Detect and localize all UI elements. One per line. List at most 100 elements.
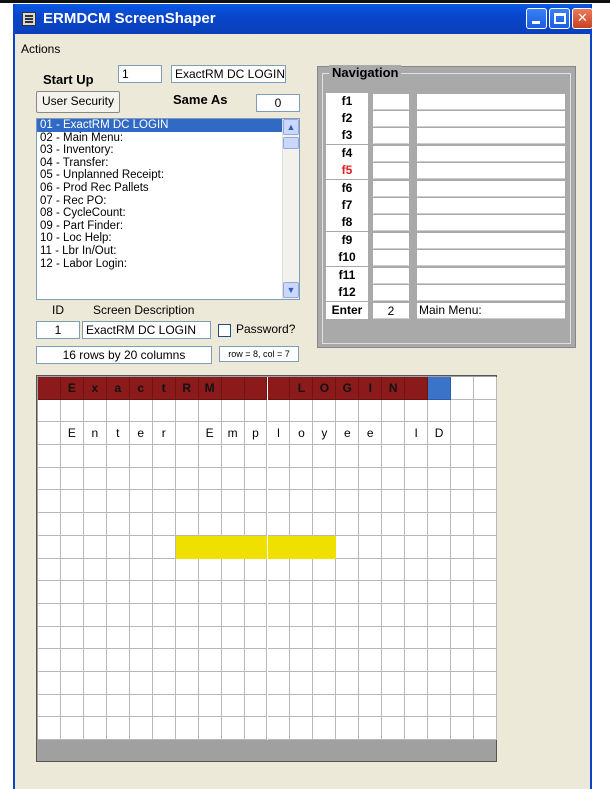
- grid-cell[interactable]: [152, 399, 176, 423]
- password-checkbox[interactable]: [218, 324, 231, 337]
- grid-cell[interactable]: [405, 581, 429, 604]
- grid-cell[interactable]: [83, 581, 107, 604]
- grid-cell[interactable]: [60, 717, 84, 740]
- screen-list-item[interactable]: 06 - Prod Rec Pallets: [37, 182, 299, 195]
- grid-cell[interactable]: L: [290, 377, 314, 400]
- grid-cell[interactable]: [198, 581, 222, 604]
- grid-cell[interactable]: [405, 603, 429, 627]
- grid-cell[interactable]: [152, 513, 176, 536]
- grid-cell[interactable]: [244, 694, 268, 718]
- grid-cell[interactable]: [313, 649, 337, 672]
- grid-cell[interactable]: [359, 513, 383, 536]
- grid-cell[interactable]: [382, 513, 406, 536]
- grid-cell[interactable]: [405, 694, 429, 718]
- grid-cell[interactable]: [382, 399, 406, 423]
- grid-cell[interactable]: [244, 445, 268, 468]
- grid-cell[interactable]: [106, 581, 130, 604]
- grid-cell[interactable]: [106, 399, 130, 423]
- grid-cell[interactable]: [474, 422, 497, 446]
- grid-cell[interactable]: [267, 626, 291, 650]
- grid-cell[interactable]: [175, 626, 199, 650]
- grid-cell[interactable]: [152, 717, 176, 740]
- grid-cell[interactable]: [405, 467, 429, 491]
- grid-cell[interactable]: [129, 581, 153, 604]
- grid-cell[interactable]: [38, 603, 61, 627]
- grid-cell[interactable]: [106, 603, 130, 627]
- grid-cell[interactable]: [474, 649, 497, 672]
- grid-cell[interactable]: [244, 581, 268, 604]
- grid-cell[interactable]: [38, 558, 61, 582]
- nav-screen-number-field[interactable]: [373, 146, 409, 162]
- grid-cell[interactable]: [60, 535, 84, 559]
- grid-cell[interactable]: [405, 377, 429, 400]
- grid-cell[interactable]: [428, 671, 452, 695]
- grid-cell[interactable]: a: [106, 377, 130, 400]
- grid-cell[interactable]: [152, 445, 176, 468]
- grid-cell[interactable]: [474, 626, 497, 650]
- screen-list-item[interactable]: 12 - Labor Login:: [37, 258, 299, 271]
- grid-cell[interactable]: [405, 558, 429, 582]
- grid-cell[interactable]: e: [336, 422, 360, 446]
- grid-cell[interactable]: [175, 513, 199, 536]
- grid-cell[interactable]: [129, 513, 153, 536]
- grid-cell[interactable]: e: [129, 422, 153, 446]
- screen-list-item[interactable]: 03 - Inventory:: [37, 144, 299, 157]
- grid-cell[interactable]: [382, 535, 406, 559]
- grid-cell[interactable]: [382, 671, 406, 695]
- grid-cell[interactable]: I: [359, 377, 383, 400]
- nav-screen-description-field[interactable]: [417, 163, 565, 179]
- grid-cell[interactable]: [359, 626, 383, 650]
- grid-cell[interactable]: N: [382, 377, 406, 400]
- grid-cell[interactable]: [198, 467, 222, 491]
- grid-cell[interactable]: [129, 649, 153, 672]
- grid-cell[interactable]: [336, 717, 360, 740]
- grid-cell[interactable]: [359, 445, 383, 468]
- grid-cell[interactable]: [267, 467, 291, 491]
- grid-cell[interactable]: [38, 445, 61, 468]
- grid-cell[interactable]: [451, 399, 475, 423]
- grid-cell[interactable]: [474, 399, 497, 423]
- nav-screen-number-field[interactable]: [373, 163, 409, 179]
- grid-cell[interactable]: [405, 649, 429, 672]
- grid-cell[interactable]: [83, 603, 107, 627]
- grid-cell[interactable]: E: [198, 422, 222, 446]
- grid-cell[interactable]: y: [313, 422, 337, 446]
- grid-cell[interactable]: [451, 603, 475, 627]
- grid-cell[interactable]: [359, 694, 383, 718]
- grid-cell[interactable]: [129, 671, 153, 695]
- grid-cell[interactable]: [451, 445, 475, 468]
- grid-cell[interactable]: [290, 626, 314, 650]
- grid-cell[interactable]: [175, 422, 199, 446]
- screen-list-item[interactable]: 04 - Transfer:: [37, 157, 299, 170]
- grid-cell[interactable]: [451, 467, 475, 491]
- nav-screen-description-field[interactable]: [417, 198, 565, 214]
- grid-cell[interactable]: O: [313, 377, 337, 400]
- grid-cell[interactable]: [336, 467, 360, 491]
- grid-cell[interactable]: [198, 513, 222, 536]
- nav-screen-description-field[interactable]: [417, 146, 565, 162]
- grid-cell[interactable]: [451, 490, 475, 514]
- grid-cell[interactable]: [221, 377, 245, 400]
- grid-cell[interactable]: [106, 445, 130, 468]
- grid-cell[interactable]: [175, 399, 199, 423]
- grid-cell[interactable]: [175, 535, 199, 559]
- grid-cell[interactable]: [405, 717, 429, 740]
- grid-cell[interactable]: [313, 467, 337, 491]
- grid-cell[interactable]: [60, 399, 84, 423]
- grid-cell[interactable]: [38, 581, 61, 604]
- grid-cell[interactable]: [175, 717, 199, 740]
- grid-cell[interactable]: [290, 558, 314, 582]
- grid-cell[interactable]: [244, 467, 268, 491]
- grid-cell[interactable]: [106, 626, 130, 650]
- grid-cell[interactable]: [106, 671, 130, 695]
- grid-cell[interactable]: [244, 535, 268, 559]
- grid-cell[interactable]: [336, 694, 360, 718]
- grid-cell[interactable]: [83, 649, 107, 672]
- grid-cell[interactable]: [198, 626, 222, 650]
- grid-cell[interactable]: [336, 558, 360, 582]
- grid-cell[interactable]: [83, 399, 107, 423]
- grid-cell[interactable]: [221, 467, 245, 491]
- grid-cell[interactable]: [451, 694, 475, 718]
- grid-cell[interactable]: E: [60, 377, 84, 400]
- grid-cell[interactable]: [267, 513, 291, 536]
